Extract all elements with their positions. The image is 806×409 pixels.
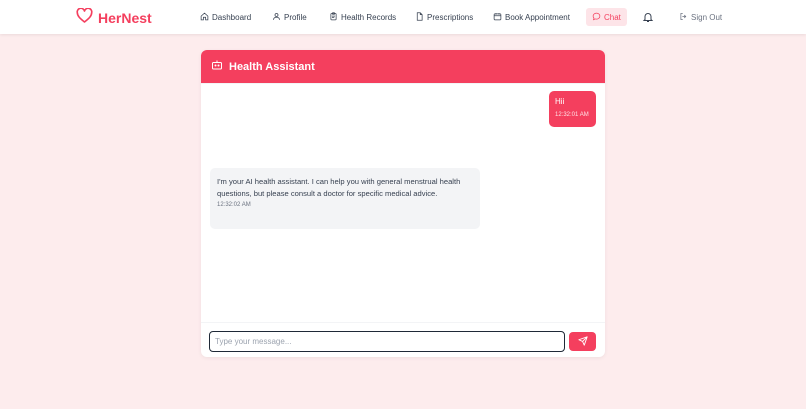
- nav-book-appointment[interactable]: Book Appointment: [487, 8, 576, 26]
- message-input[interactable]: [209, 331, 565, 352]
- sign-out-icon: [679, 12, 688, 23]
- chat-header: Health Assistant: [201, 50, 605, 83]
- nav-chat[interactable]: Chat: [586, 8, 627, 26]
- nav-chat-label: Chat: [604, 12, 621, 22]
- send-icon: [577, 334, 588, 349]
- nav-prescriptions-label: Prescriptions: [427, 12, 474, 22]
- top-navbar: HerNest Dashboard Profile Health Records…: [0, 0, 806, 34]
- bell-icon[interactable]: [642, 10, 654, 28]
- brand-name: HerNest: [98, 10, 152, 26]
- message-time: 12:32:01 AM: [555, 112, 589, 118]
- nav-health-records[interactable]: Health Records: [323, 8, 402, 26]
- calendar-icon: [493, 12, 502, 23]
- user-icon: [272, 12, 281, 23]
- brand-logo[interactable]: HerNest: [76, 7, 152, 28]
- chat-title: Health Assistant: [229, 60, 315, 73]
- message-text: Hii: [555, 97, 565, 106]
- nav-dashboard[interactable]: Dashboard: [194, 8, 257, 26]
- nav-dashboard-label: Dashboard: [212, 12, 252, 22]
- message-time: 12:32:02 AM: [217, 201, 251, 208]
- heart-icon: [76, 7, 93, 28]
- robot-icon: [211, 58, 223, 76]
- sign-out-button[interactable]: Sign Out: [673, 8, 728, 26]
- home-icon: [200, 12, 209, 23]
- message-input-bar: [201, 322, 605, 357]
- nav-prescriptions[interactable]: Prescriptions: [409, 8, 479, 26]
- nav-book-appointment-label: Book Appointment: [505, 12, 570, 22]
- sign-out-label: Sign Out: [691, 12, 723, 22]
- clipboard-icon: [329, 11, 338, 23]
- nav-profile[interactable]: Profile: [266, 8, 313, 26]
- chat-panel: Health Assistant Hii 12:32:01 AM I'm you…: [201, 50, 605, 357]
- nav-profile-label: Profile: [284, 12, 307, 22]
- chat-icon: [592, 12, 601, 23]
- message-list[interactable]: Hii 12:32:01 AM I'm your AI health assis…: [201, 83, 605, 313]
- assistant-message: I'm your AI health assistant. I can help…: [210, 168, 480, 229]
- user-message: Hii 12:32:01 AM: [549, 91, 596, 127]
- send-button[interactable]: [569, 332, 596, 351]
- message-text: I'm your AI health assistant. I can help…: [217, 177, 461, 199]
- nav-health-records-label: Health Records: [341, 12, 397, 22]
- file-icon: [415, 11, 424, 23]
